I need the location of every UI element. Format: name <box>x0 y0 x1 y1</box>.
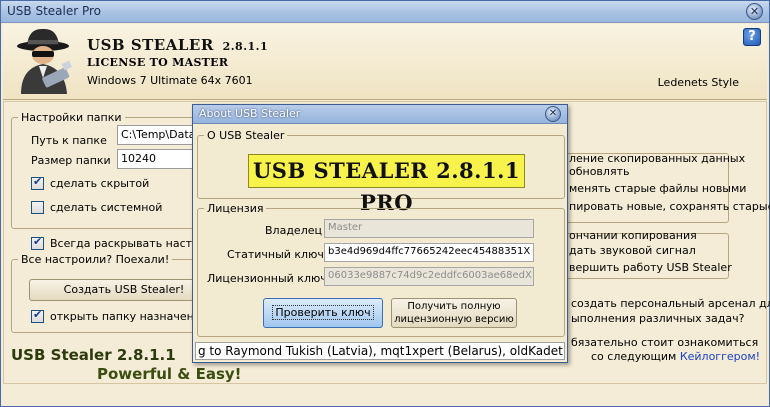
copy-mode-keep[interactable]: пировать новые, сохранять старые <box>569 200 770 213</box>
license-legend: Лицензия <box>207 202 264 215</box>
always-expand-label: Всегда раскрывать настрой <box>50 237 213 250</box>
folder-size-input[interactable]: 10240 <box>117 149 197 169</box>
app-header: USB STEALER 2.8.1.1 LICENSE TO MASTER Wi… <box>3 24 767 100</box>
create-usb-stealer-button[interactable]: Создать USB Stealer! <box>29 279 219 301</box>
folder-path-input[interactable]: C:\Temp\Data <box>117 125 197 145</box>
get-full-version-button[interactable]: Получить полную лицензионную версию <box>391 298 517 328</box>
title-bar[interactable]: USB Stealer Pro ✕ <box>1 1 769 23</box>
owner-label: Владелец <box>265 224 322 237</box>
keylogger-text-2-label: со следующим <box>591 350 677 363</box>
license-owner-line: LICENSE TO MASTER <box>87 56 229 69</box>
arsenal-text-1: создать персональный арсенал для <box>571 297 770 310</box>
folder-settings-legend: Настройки папки <box>21 111 122 124</box>
os-info: Windows 7 Ultimate 64x 7601 <box>87 74 253 87</box>
full-version-line-1: Получить полную <box>407 301 501 312</box>
always-expand-option[interactable]: Всегда раскрывать настрой <box>31 235 213 250</box>
bottom-tagline: Powerful & Easy! <box>97 365 242 383</box>
keylogger-text-2: со следующим Кейлоггером! <box>591 350 760 363</box>
window-title: USB Stealer Pro <box>7 4 102 18</box>
about-close-button[interactable]: ✕ <box>545 106 561 122</box>
app-version: 2.8.1.1 <box>222 40 269 53</box>
on-finish-heading: ончании копирования <box>569 229 697 242</box>
open-folder-checkbox[interactable] <box>31 308 44 323</box>
always-expand-checkbox[interactable] <box>31 235 44 250</box>
verify-key-button[interactable]: Проверить ключ <box>263 298 383 328</box>
window-close-button[interactable]: ✕ <box>746 3 763 20</box>
make-hidden-checkbox[interactable] <box>31 175 44 190</box>
full-version-line-2: лицензионную версию <box>394 314 514 325</box>
about-title: About USB Stealer <box>199 107 301 120</box>
arsenal-text-2: ыполнения различных задач? <box>571 312 745 325</box>
copy-mode-heading: ление скопированных данных <box>569 152 746 165</box>
open-folder-option[interactable]: открыть папку назначения <box>31 308 208 323</box>
folder-path-label: Путь к папке <box>31 134 107 147</box>
on-finish-exit[interactable]: вершить работу USB Stealer <box>569 261 732 274</box>
keylogger-link[interactable]: Кейлоггером! <box>680 350 760 363</box>
copy-mode-update[interactable]: обновлять <box>569 165 629 178</box>
help-icon[interactable]: ? <box>743 28 761 46</box>
about-dialog: About USB Stealer ✕ О USB Stealer USB ST… <box>192 104 568 363</box>
bottom-app-name: USB Stealer 2.8.1.1 <box>11 346 176 364</box>
spy-logo-icon <box>17 28 72 94</box>
folder-size-label: Размер папки <box>31 154 111 167</box>
keylogger-text-1: бязательно стоит ознакомиться <box>571 336 759 349</box>
style-name[interactable]: Ledenets Style <box>658 76 739 89</box>
make-system-checkbox[interactable] <box>31 201 44 214</box>
about-info-legend: О USB Stealer <box>207 129 285 142</box>
make-system-label: сделать системной <box>50 201 163 214</box>
about-title-bar[interactable]: About USB Stealer ✕ <box>193 105 567 124</box>
make-hidden-option[interactable]: сделать скрытой <box>31 175 150 190</box>
product-banner: USB STEALER 2.8.1.1 PRO <box>248 154 525 215</box>
app-name: USB STEALER 2.8.1.1 <box>87 36 268 54</box>
license-key-field: 06033e9887c74d9c2eddfc6003ae68edX <box>324 267 534 286</box>
copy-mode-replace[interactable]: менять старые файлы новыми <box>569 182 746 195</box>
make-system-option[interactable]: сделать системной <box>31 201 162 214</box>
static-key-label: Статичный ключ <box>227 248 324 261</box>
static-key-field[interactable]: b3e4d969d4ffc77665242eec45488351X <box>324 243 534 262</box>
create-group-legend: Все настроили? Поехали! <box>21 253 170 266</box>
on-finish-sound[interactable]: дать звуковой сигнал <box>569 244 696 257</box>
verify-key-label: Проверить ключ <box>272 305 374 320</box>
app-name-text: USB STEALER <box>87 36 214 54</box>
open-folder-label: открыть папку назначения <box>50 310 208 323</box>
license-key-label: Лицензионный ключ <box>207 272 327 285</box>
owner-field: Master <box>324 219 534 238</box>
credits-ticker: g to Raymond Tukish (Latvia), mqt1xpert … <box>195 342 565 360</box>
make-hidden-label: сделать скрытой <box>50 177 150 190</box>
